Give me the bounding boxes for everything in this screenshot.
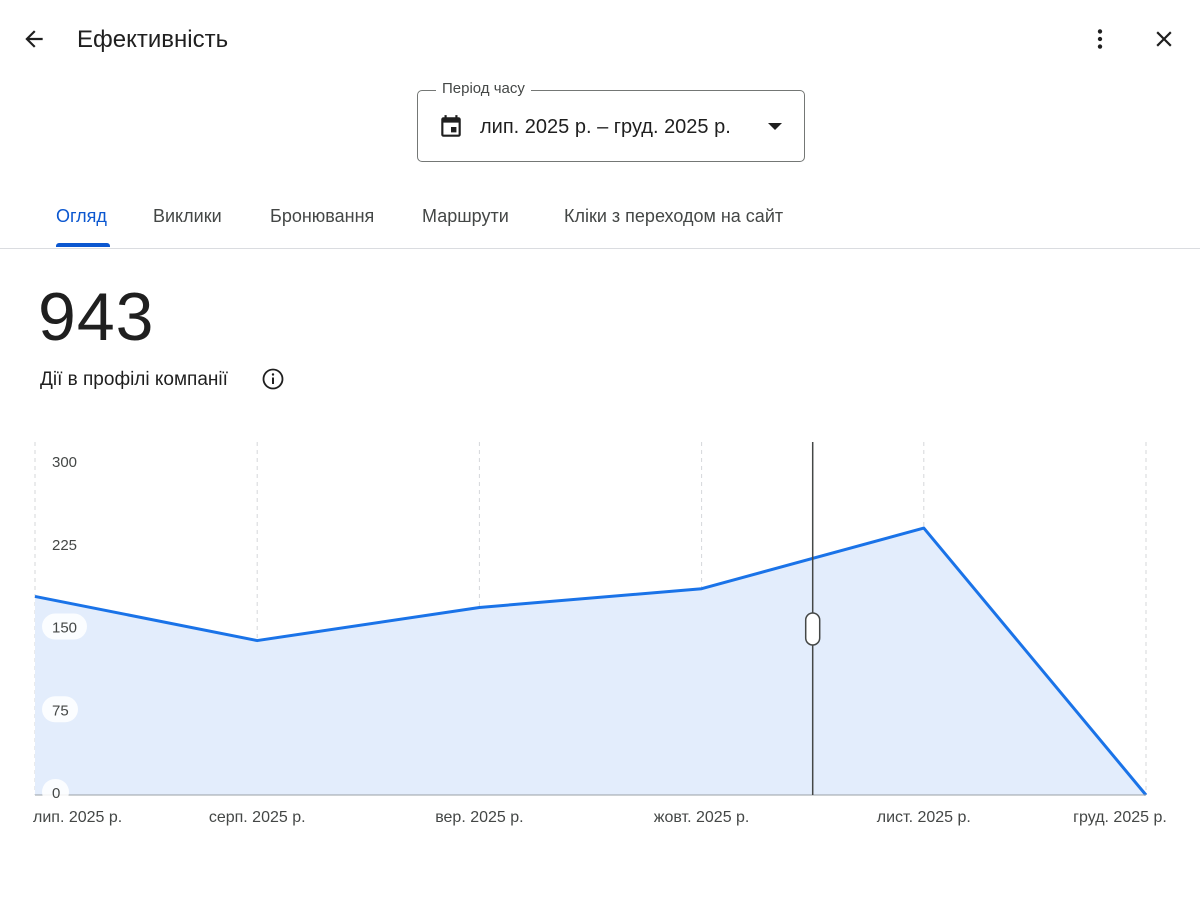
more-vert-icon xyxy=(1097,29,1103,49)
tab-bar: Огляд Виклики Бронювання Маршрути Кліки … xyxy=(0,190,1200,249)
actions-chart: 300 225 150 75 0 лип. 2025 р. серп. 2025 р. вер… xyxy=(0,420,1200,850)
y-tick-label: 300 xyxy=(52,454,77,471)
period-select[interactable]: Період часу лип. 2025 р. – груд. 2025 р. xyxy=(417,80,805,162)
x-tick-label: груд. 2025 р. xyxy=(1073,809,1167,826)
more-options-button[interactable] xyxy=(1080,19,1120,59)
info-icon[interactable] xyxy=(261,367,285,391)
period-value: лип. 2025 р. – груд. 2025 р. xyxy=(480,116,731,138)
x-tick-label: вер. 2025 р. xyxy=(435,809,523,826)
series-area xyxy=(35,528,1146,795)
y-tick-label: 225 xyxy=(52,537,77,554)
tab-bookings[interactable]: Бронювання xyxy=(270,206,374,227)
y-tick-label: 150 xyxy=(52,620,77,637)
x-tick-label: лист. 2025 р. xyxy=(877,809,971,826)
x-tick-label: жовт. 2025 р. xyxy=(654,809,750,826)
top-app-bar: Ефективність xyxy=(0,0,1200,80)
total-actions-label: Дії в профілі компанії xyxy=(40,369,228,390)
tab-website-clicks[interactable]: Кліки з переходом на сайт xyxy=(564,206,783,227)
x-tick-label: лип. 2025 р. xyxy=(33,809,122,826)
y-tick-label: 0 xyxy=(52,785,60,802)
active-tab-indicator xyxy=(56,243,110,247)
x-tick-label: серп. 2025 р. xyxy=(209,809,306,826)
period-label: Період часу xyxy=(436,80,531,97)
tab-calls[interactable]: Виклики xyxy=(153,206,222,227)
total-actions-value: 943 xyxy=(38,279,155,355)
hover-cursor-handle xyxy=(804,612,821,646)
y-tick-label: 75 xyxy=(52,702,69,719)
tab-directions[interactable]: Маршрути xyxy=(422,206,509,227)
arrow-back-icon xyxy=(25,30,43,48)
calendar-icon xyxy=(441,115,461,137)
tab-overview[interactable]: Огляд xyxy=(56,206,107,227)
close-button[interactable] xyxy=(1144,19,1184,59)
actions-chart-svg: 300 225 150 75 0 лип. 2025 р. серп. 2025 р. вер… xyxy=(33,442,1167,826)
page-title: Ефективність xyxy=(77,26,229,53)
back-button[interactable] xyxy=(14,19,54,59)
arrow-drop-down-icon xyxy=(768,123,782,130)
close-icon xyxy=(1156,31,1172,47)
